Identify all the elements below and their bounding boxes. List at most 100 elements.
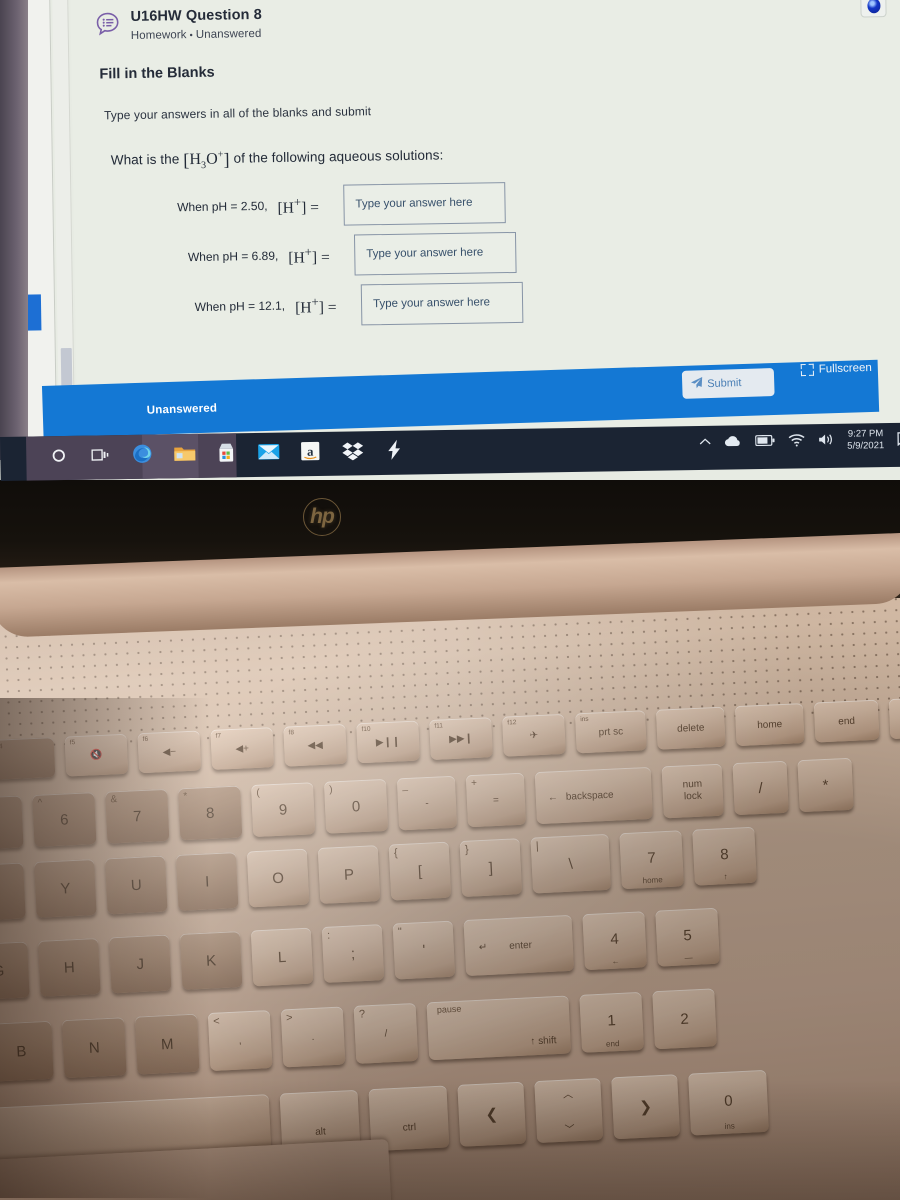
edge-browser-icon[interactable]	[130, 441, 154, 467]
key-backspace[interactable]: ← backspace	[534, 766, 653, 825]
key-mute[interactable]: f5 🔇	[64, 733, 129, 777]
key-equals[interactable]: + =	[465, 772, 527, 828]
cortana-search-icon[interactable]	[46, 442, 70, 468]
key-g[interactable]: G	[0, 941, 30, 1001]
key-6[interactable]: ^ 6	[32, 792, 97, 847]
key-volume-down[interactable]: f6 ◀−	[137, 730, 202, 774]
key-t[interactable]: T	[0, 862, 26, 922]
key-l[interactable]: L	[250, 927, 314, 987]
laptop-screen: ▼ U16H	[0, 0, 900, 492]
key-arrow-left[interactable]: ❮	[457, 1081, 527, 1147]
concentration-symbol: [H+] =	[277, 194, 320, 217]
key-u[interactable]: U	[104, 855, 168, 915]
key-p[interactable]: P	[317, 845, 381, 904]
key-semicolon[interactable]: : ;	[321, 924, 385, 983]
key-0[interactable]: ) 0	[323, 778, 389, 834]
key-f4[interactable]: f4	[0, 737, 56, 780]
status-badge: Unanswered	[146, 402, 218, 417]
laptop-deck: f4 f5 🔇 f6 ◀− f7 ◀+ f8 ◀◀ f10 ▶❙❙ f11 ▶▶❙	[0, 598, 900, 1200]
file-explorer-icon[interactable]	[172, 440, 196, 466]
key-8[interactable]: * 8	[178, 785, 243, 841]
key-delete[interactable]: delete	[655, 706, 726, 750]
concentration-symbol: [H+] =	[288, 243, 330, 267]
key-m[interactable]: M	[134, 1013, 200, 1075]
key-7[interactable]: & 7	[105, 788, 170, 844]
hp-logo: hp	[303, 498, 341, 536]
key-numpad-5[interactable]: 5 —	[655, 907, 720, 967]
key-o[interactable]: O	[246, 848, 310, 908]
key-j[interactable]: J	[108, 934, 172, 994]
avatar[interactable]	[860, 0, 887, 18]
key-play-pause[interactable]: f10 ▶❙❙	[356, 720, 420, 764]
speaker-icon[interactable]	[818, 433, 834, 448]
key-arrow-up-down[interactable]: ︿ ﹀	[534, 1077, 604, 1144]
key-b[interactable]: B	[0, 1020, 54, 1082]
key-next-track[interactable]: f11 ▶▶❙	[429, 717, 493, 760]
key-5[interactable]: 5	[0, 795, 24, 851]
key-home[interactable]: home	[734, 703, 805, 747]
dropbox-icon[interactable]	[340, 437, 364, 463]
key-right-shift[interactable]: pause ↑ shift	[426, 995, 572, 1061]
key-label: 9	[278, 800, 288, 819]
key-label: -	[425, 797, 429, 809]
key-label: 0	[351, 797, 361, 815]
lightning-bolt-icon[interactable]	[382, 437, 406, 463]
key-numpad-4-left[interactable]: 4 ←	[582, 911, 648, 971]
task-view-icon[interactable]	[88, 441, 112, 467]
key-volume-up[interactable]: f7 ◀+	[210, 727, 275, 770]
key-quote[interactable]: " '	[392, 920, 456, 980]
key-bracket-right[interactable]: } ]	[459, 838, 523, 898]
submit-label: Submit	[707, 377, 742, 391]
battery-icon[interactable]	[755, 435, 775, 448]
amazon-icon[interactable]: a	[298, 438, 322, 464]
key-prev-track[interactable]: f8 ◀◀	[283, 723, 348, 767]
prompt-prefix: What is the	[110, 151, 180, 169]
key-slash[interactable]: ? /	[353, 1002, 419, 1064]
key-n[interactable]: N	[61, 1017, 127, 1079]
key-y[interactable]: Y	[34, 858, 97, 918]
key-page-up[interactable]: pg up	[888, 696, 900, 740]
key-label: end	[838, 715, 856, 727]
key-print-screen[interactable]: ins prt sc	[574, 710, 647, 754]
fullscreen-button[interactable]: Fullscreen	[800, 361, 872, 377]
mute-icon: 🔇	[89, 749, 103, 761]
key-i[interactable]: I	[175, 852, 239, 911]
assignment-type: Homework	[130, 29, 187, 43]
key-label: delete	[676, 722, 705, 735]
key-arrow-right[interactable]: ❯	[611, 1074, 681, 1140]
key-end[interactable]: end	[813, 699, 880, 743]
key-period[interactable]: > .	[280, 1006, 346, 1068]
key-numpad-8-up[interactable]: 8 ↑	[692, 826, 757, 886]
arrow-up-icon: ︿	[562, 1089, 574, 1101]
key-9[interactable]: ( 9	[250, 782, 316, 837]
key-enter[interactable]: ↵ enter	[463, 914, 575, 977]
key-airplane-mode[interactable]: f12 ✈	[502, 713, 566, 757]
key-numpad-multiply[interactable]: *	[797, 757, 854, 813]
cloud-icon[interactable]	[724, 435, 742, 449]
answer-input-3[interactable]: Type your answer here	[360, 281, 524, 326]
key-numpad-7-home[interactable]: 7 home	[619, 830, 684, 890]
mail-icon[interactable]	[256, 439, 280, 465]
key-k[interactable]: K	[179, 931, 243, 990]
key-h[interactable]: H	[37, 937, 101, 997]
answer-input-2[interactable]: Type your answer here	[353, 231, 517, 276]
key-numpad-1-end[interactable]: 1 end	[579, 991, 645, 1053]
answer-input-1[interactable]: Type your answer here	[343, 182, 506, 226]
key-numpad-divide[interactable]: /	[732, 760, 789, 816]
key-num-lock[interactable]: num lock	[661, 763, 724, 819]
key-numpad-0-ins[interactable]: 0 ins	[688, 1069, 770, 1136]
key-numpad-2[interactable]: 2	[652, 988, 717, 1050]
key-backslash[interactable]: | \	[530, 833, 612, 894]
microsoft-store-icon[interactable]	[214, 439, 238, 465]
key-bracket-left[interactable]: { [	[388, 841, 452, 901]
key-label: backspace	[565, 789, 614, 803]
key-comma[interactable]: < ,	[207, 1010, 273, 1071]
submit-button[interactable]: Submit	[681, 367, 775, 399]
question-meta: Homework • Unanswered	[131, 28, 263, 42]
wifi-icon[interactable]	[788, 434, 805, 449]
key-minus[interactable]: _ -	[396, 775, 458, 831]
key-label: prt sc	[598, 725, 624, 738]
chevron-up-icon[interactable]	[699, 437, 711, 449]
fullscreen-label: Fullscreen	[818, 361, 872, 376]
clock[interactable]: 9:27 PM 5/9/2021	[847, 428, 884, 452]
